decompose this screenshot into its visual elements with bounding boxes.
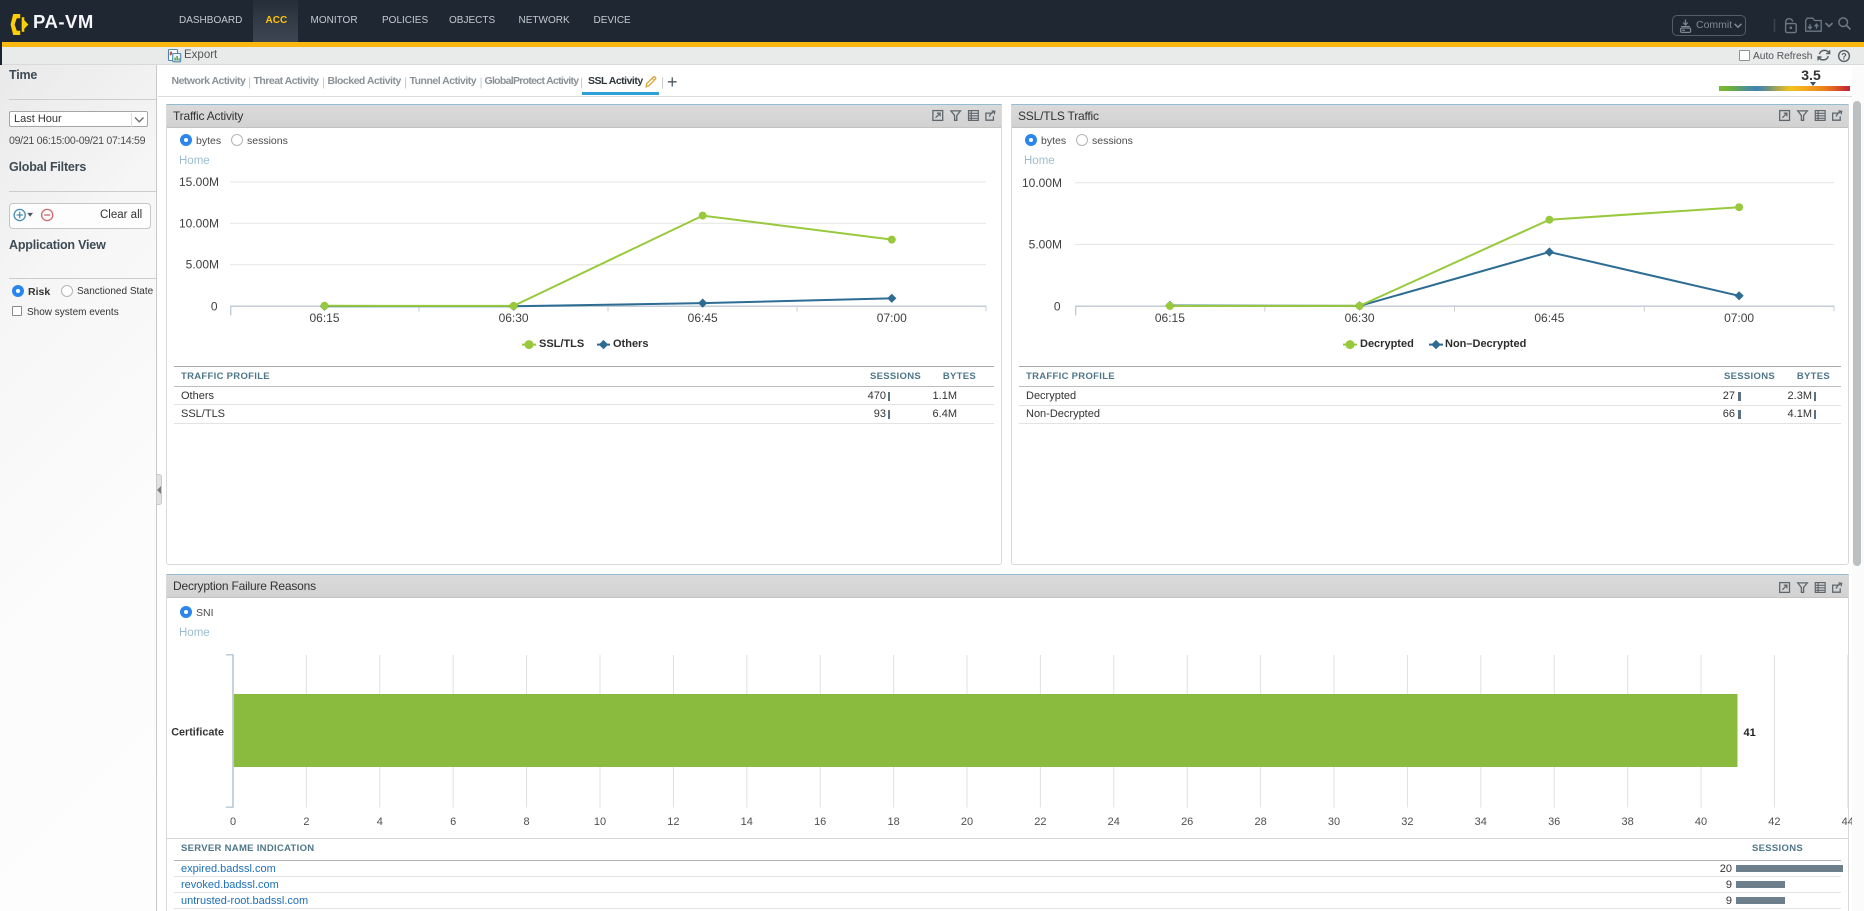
svg-text:?: ?	[1841, 51, 1847, 61]
